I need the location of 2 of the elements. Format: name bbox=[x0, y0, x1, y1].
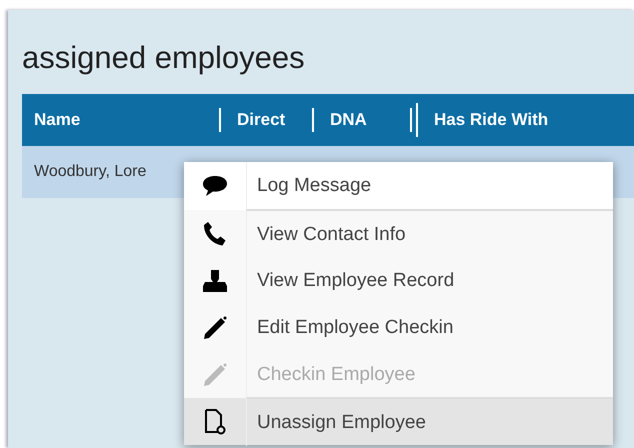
table-cell-text: Woodbury, Lore bbox=[33, 163, 146, 181]
section-title: assigned employees bbox=[22, 40, 306, 77]
